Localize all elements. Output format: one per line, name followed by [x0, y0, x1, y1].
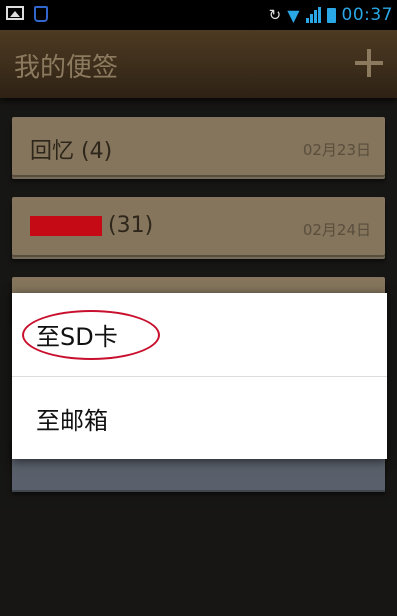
notification-icons — [6, 6, 48, 25]
battery-icon — [326, 7, 336, 23]
menu-item-label: 至邮箱 — [36, 407, 108, 435]
plus-icon[interactable] — [355, 49, 383, 77]
image-icon — [6, 6, 24, 20]
status-time: 00:37 — [341, 5, 393, 25]
menu-item-label: 至SD卡 — [36, 323, 118, 351]
signal-icon — [305, 7, 321, 23]
menu-item-to-email[interactable]: 至邮箱 — [12, 377, 387, 460]
bag-icon — [34, 6, 48, 22]
page-title: 我的便签 — [14, 53, 119, 83]
status-bar: ↻ ▼ 00:37 — [0, 0, 397, 30]
vibrate-icon: ↻ — [268, 6, 282, 24]
export-menu: 至SD卡 至邮箱 — [12, 293, 387, 459]
system-icons: ↻ ▼ 00:37 — [269, 5, 393, 25]
app-header: 我的便签 — [0, 30, 397, 98]
menu-item-to-sd-card[interactable]: 至SD卡 — [12, 293, 387, 376]
wifi-icon: ▼ — [287, 5, 300, 25]
